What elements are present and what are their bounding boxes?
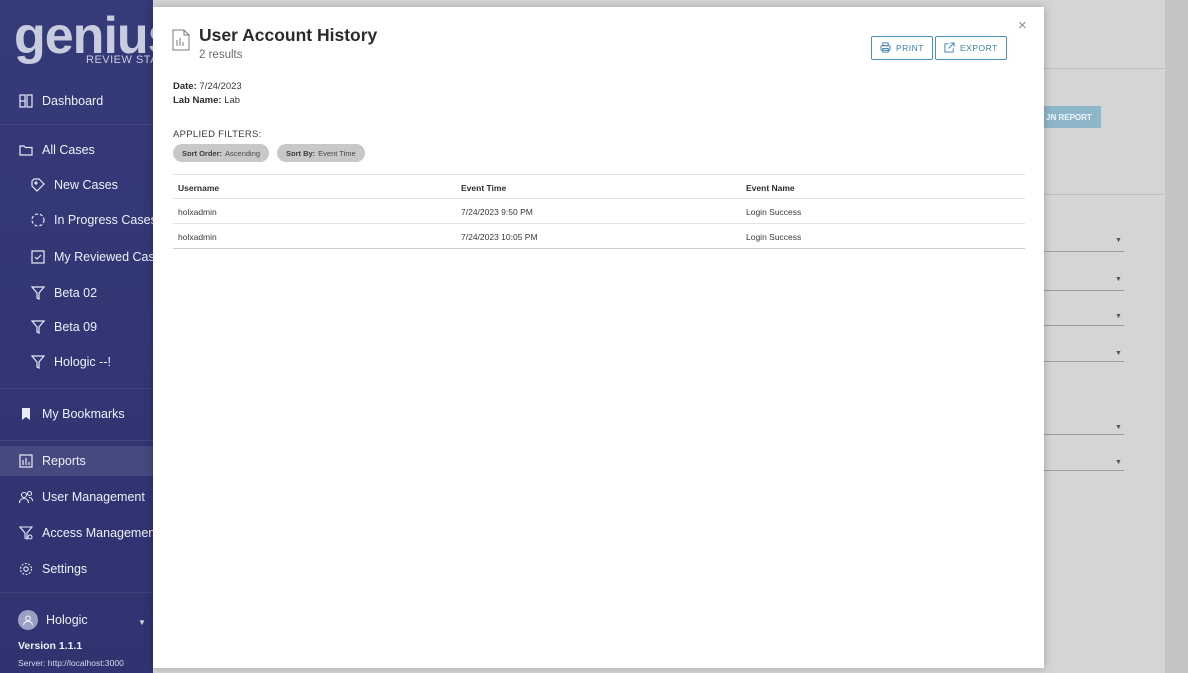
run-report-button: JN REPORT [1044,106,1101,128]
chevron-down-icon: ▼ [1115,313,1122,320]
cell-event-time: 7/24/2023 10:05 PM [461,231,538,242]
select-field [1044,290,1124,291]
divider [1044,68,1164,69]
sidebar-item-label: User Management [42,490,145,504]
app-logo: genius REVIEW STATIC [14,10,153,66]
sidebar-item-beta-09[interactable]: Beta 09 [0,312,153,342]
external-link-icon [944,41,955,55]
logo-subtitle: REVIEW STATIC [86,54,153,66]
report-date: Date: 7/24/2023 [173,81,242,92]
print-button[interactable]: PRINT [871,36,933,60]
select-field [1044,251,1124,252]
folder-icon [18,142,34,158]
sidebar-item-label: Reports [42,454,86,468]
cell-username: holxadmin [178,231,217,242]
divider [0,388,153,389]
filter-chip-sort-by: Sort By: Event Time [277,144,365,162]
export-button[interactable]: EXPORT [935,36,1007,60]
history-table: Username Event Time Event Name holxadmin… [173,174,1025,249]
select-field [1044,361,1124,362]
sidebar-item-reports[interactable]: Reports [0,446,153,476]
printer-icon [880,41,891,55]
sidebar-item-settings[interactable]: Settings [0,554,153,584]
user-name: Hologic [46,613,88,627]
divider [0,592,153,593]
cell-event-name: Login Success [746,206,802,217]
sidebar-item-in-progress-cases[interactable]: In Progress Cases [0,205,153,235]
divider [0,124,153,125]
sidebar-item-label: New Cases [54,178,118,192]
column-header-username[interactable]: Username [178,175,219,200]
page-gutter [1165,0,1188,673]
sidebar-item-all-cases[interactable]: All Cases [0,135,153,165]
app-version: Version 1.1.1 [18,640,83,652]
sidebar-item-label: Beta 09 [54,320,98,334]
checkbox-icon [30,249,46,265]
select-field [1044,325,1124,326]
chevron-down-icon: ▼ [1115,276,1122,283]
sidebar-item-user-management[interactable]: User Management [0,482,153,512]
user-menu[interactable]: Hologic [18,610,88,630]
cell-event-time: 7/24/2023 9:50 PM [461,206,533,217]
sidebar-item-label: Beta 02 [54,286,98,300]
column-header-event-name[interactable]: Event Name [746,175,795,200]
select-field [1044,470,1124,471]
sidebar-item-label: My Reviewed Case [54,250,153,264]
access-filter-icon [18,525,34,541]
print-label: PRINT [896,43,924,53]
close-icon[interactable]: × [1018,17,1027,34]
sidebar-item-beta-02[interactable]: Beta 02 [0,278,153,308]
table-header-row: Username Event Time Event Name [173,174,1025,199]
cell-username: holxadmin [178,206,217,217]
filter-chip-sort-order: Sort Order: Ascending [173,144,270,162]
sidebar: genius REVIEW STATIC Dashboard All Cases… [0,0,153,673]
gear-icon [18,561,34,577]
sidebar-item-dashboard[interactable]: Dashboard [0,86,153,116]
chevron-down-icon: ▼ [1115,424,1122,431]
sidebar-item-label: In Progress Cases [54,213,153,227]
filter-icon [30,354,46,370]
applied-filters-label: APPLIED FILTERS: [173,129,262,140]
users-icon [18,489,34,505]
chevron-down-icon: ▼ [1115,459,1122,466]
chevron-down-icon: ▼ [1115,350,1122,357]
dashboard-icon [18,93,34,109]
dialog-title: User Account History [199,25,378,45]
table-row: holxadmin 7/24/2023 10:05 PM Login Succe… [173,224,1025,249]
tag-icon [30,177,46,193]
server-url: Server: http://localhost:3000 [18,658,124,668]
report-icon [172,29,190,51]
sidebar-item-hologic[interactable]: Hologic --! [0,347,153,377]
filter-icon [30,319,46,335]
sidebar-item-my-reviewed-cases[interactable]: My Reviewed Case [0,242,153,272]
divider [0,440,153,441]
progress-circle-icon [30,212,46,228]
column-header-event-time[interactable]: Event Time [461,175,506,200]
avatar [18,610,38,630]
sidebar-item-label: Settings [42,562,88,576]
divider [1044,194,1164,195]
sidebar-item-my-bookmarks[interactable]: My Bookmarks [0,399,153,429]
report-icon [18,453,34,469]
sidebar-item-label: All Cases [42,143,95,157]
table-row: holxadmin 7/24/2023 9:50 PM Login Succes… [173,199,1025,224]
cell-event-name: Login Success [746,231,802,242]
filter-icon [30,285,46,301]
results-count: 2 results [199,49,243,61]
select-field [1044,434,1124,435]
sidebar-item-label: Dashboard [42,94,104,108]
chevron-down-icon[interactable]: ▼ [138,618,146,627]
chevron-down-icon: ▼ [1115,237,1122,244]
sidebar-item-label: Access Management [42,526,153,540]
user-account-history-dialog: User Account History 2 results × PRINT E… [153,7,1044,668]
sidebar-item-label: My Bookmarks [42,407,125,421]
export-label: EXPORT [960,43,998,53]
report-lab-name: Lab Name: Lab [173,95,241,106]
sidebar-item-label: Hologic --! [54,355,111,369]
sidebar-item-new-cases[interactable]: New Cases [0,170,153,200]
bookmark-icon [18,406,34,422]
sidebar-item-access-management[interactable]: Access Management [0,518,153,548]
